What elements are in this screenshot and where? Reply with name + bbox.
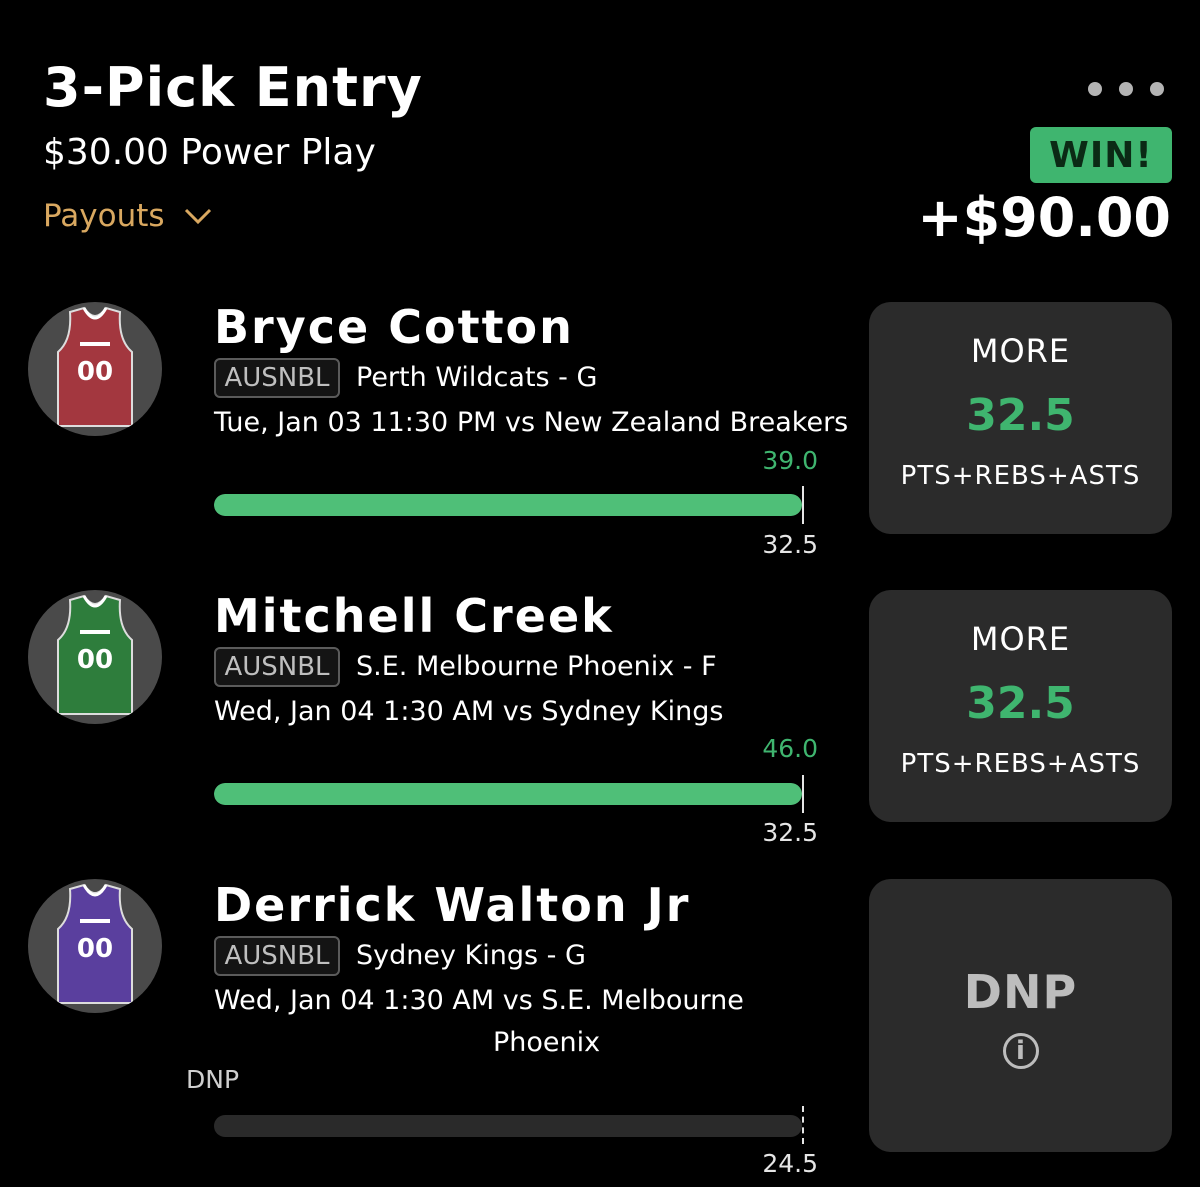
game-info-continued: Phoenix	[493, 1027, 601, 1058]
actual-stat: 46.0	[762, 734, 818, 763]
league-badge: AUSNBL	[214, 358, 340, 398]
line-marker	[802, 775, 804, 813]
line-value: 32.5	[762, 530, 818, 559]
player-name: Bryce Cotton	[214, 300, 574, 354]
chevron-down-icon	[184, 208, 211, 225]
more-dots-icon[interactable]	[1088, 82, 1164, 96]
line-marker	[802, 486, 804, 524]
player-avatar: 00	[28, 590, 162, 724]
svg-text:00: 00	[77, 357, 113, 387]
team-position: Sydney Kings - G	[356, 940, 586, 971]
svg-text:00: 00	[77, 934, 113, 964]
entry-title: 3-Pick Entry	[43, 56, 423, 119]
svg-text:00: 00	[77, 645, 113, 675]
league-badge: AUSNBL	[214, 647, 340, 687]
pick-line: 32.5	[966, 390, 1075, 441]
progress-fill	[214, 783, 802, 805]
player-avatar: 00	[28, 879, 162, 1013]
player-name: Derrick Walton Jr	[214, 878, 691, 932]
payouts-toggle[interactable]: Payouts	[43, 198, 213, 234]
pick-card[interactable]: DNP i	[869, 879, 1172, 1152]
winnings-amount: +$90.00	[917, 186, 1171, 249]
player-avatar: 00	[28, 302, 162, 436]
actual-stat: DNP	[186, 1065, 240, 1094]
pick-stat: PTS+REBS+ASTS	[900, 461, 1141, 491]
game-info: Wed, Jan 04 1:30 AM vs Sydney Kings	[214, 696, 724, 727]
result-badge: WIN!	[1030, 127, 1172, 183]
pick-direction: MORE	[970, 332, 1071, 370]
info-icon[interactable]: i	[1002, 1033, 1039, 1069]
pick-direction: MORE	[970, 620, 1071, 658]
progress-bar	[214, 1115, 802, 1137]
line-value: 32.5	[762, 818, 818, 847]
pick-stat: PTS+REBS+ASTS	[900, 749, 1141, 779]
entry-type: $30.00 Power Play	[43, 132, 376, 173]
jersey-icon: 00	[57, 883, 133, 1004]
jersey-icon: 00	[57, 594, 133, 715]
progress-bar	[214, 494, 802, 516]
pick-card[interactable]: MORE 32.5 PTS+REBS+ASTS	[869, 590, 1172, 822]
progress-fill	[214, 494, 802, 516]
pick-card[interactable]: MORE 32.5 PTS+REBS+ASTS	[869, 302, 1172, 534]
line-value: 24.5	[762, 1149, 818, 1178]
jersey-icon: 00	[57, 306, 133, 427]
game-info: Tue, Jan 03 11:30 PM vs New Zealand Brea…	[214, 407, 849, 438]
pick-line: 32.5	[966, 678, 1075, 729]
team-position: Perth Wildcats - G	[356, 362, 598, 393]
line-marker	[802, 1106, 804, 1144]
actual-stat: 39.0	[762, 446, 818, 475]
team-position: S.E. Melbourne Phoenix - F	[356, 651, 717, 682]
player-name: Mitchell Creek	[214, 589, 614, 643]
league-badge: AUSNBL	[214, 936, 340, 976]
dnp-status: DNP	[963, 965, 1078, 1019]
payouts-label: Payouts	[43, 198, 165, 234]
game-info: Wed, Jan 04 1:30 AM vs S.E. Melbourne	[214, 985, 744, 1016]
progress-bar	[214, 783, 802, 805]
